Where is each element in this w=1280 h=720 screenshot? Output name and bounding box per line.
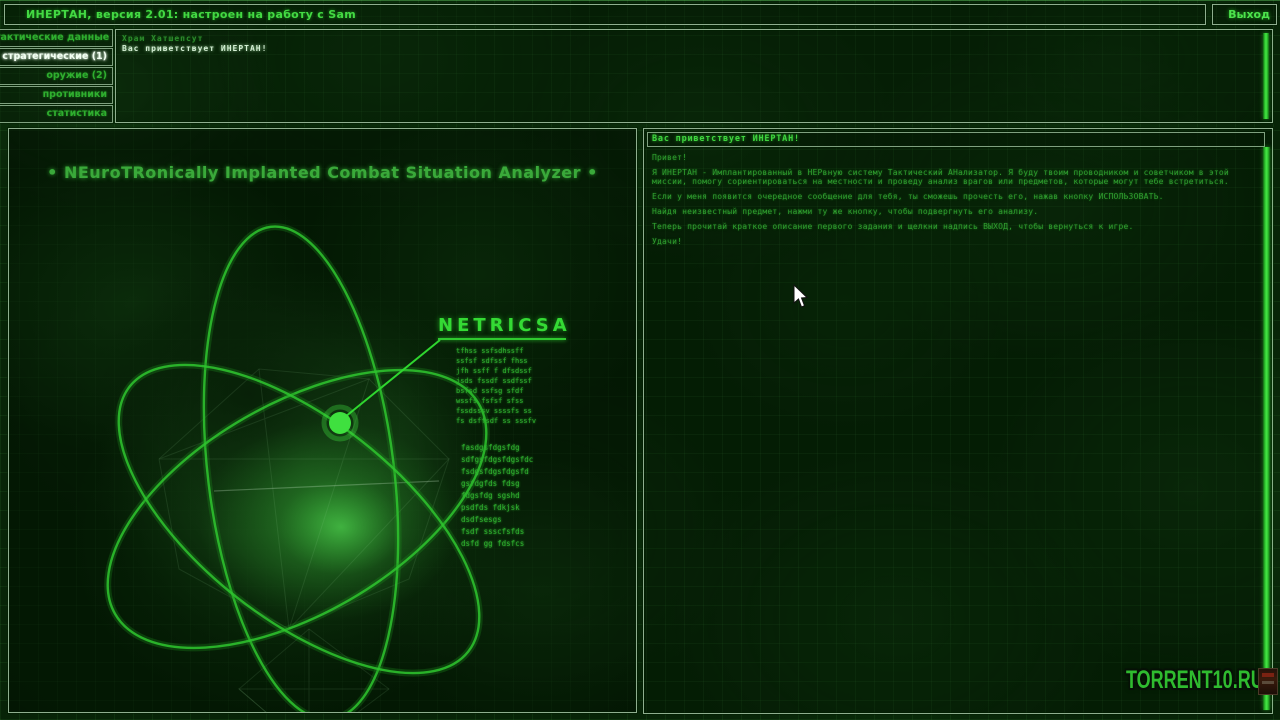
title-bar: ИНЕРТАН, версия 2.01: настроен на работу…	[4, 4, 1206, 25]
tab-statistics[interactable]: статистика	[0, 105, 113, 123]
message-panel-title-bar: Вас приветствует ИНЕРТАН!	[647, 132, 1265, 147]
message-paragraph: Теперь прочитай краткое описание первого…	[652, 222, 1252, 231]
message-list: Храм Хатшепсут Вас приветствует ИНЕРТАН!	[115, 29, 1273, 123]
tab-tactical-data[interactable]: тактические данные	[0, 29, 113, 47]
message-list-row-location[interactable]: Храм Хатшепсут	[122, 34, 203, 43]
tab-weapons[interactable]: оружие (2)	[0, 67, 113, 85]
watermark-label: TORRENT10.RU	[1126, 666, 1264, 695]
message-paragraph: Я ИНЕРТАН - Имплантированный в НЕРвную с…	[652, 168, 1252, 186]
message-paragraph: Удачи!	[652, 237, 1252, 246]
message-list-row-current[interactable]: Вас приветствует ИНЕРТАН!	[122, 44, 267, 53]
atom-orbits-graphic	[9, 129, 636, 712]
tab-strategic[interactable]: стратегические (1)	[0, 48, 113, 66]
watermark-icon	[1258, 668, 1278, 695]
message-panel-title: Вас приветствует ИНЕРТАН!	[652, 133, 800, 146]
tab-enemies[interactable]: противники	[0, 86, 113, 104]
nucleus-dot	[329, 412, 351, 434]
message-panel-scrollbar[interactable]	[1263, 147, 1270, 710]
message-panel: Вас приветствует ИНЕРТАН! Привет! Я ИНЕР…	[643, 128, 1273, 714]
netricsa-screen: ИНЕРТАН, версия 2.01: настроен на работу…	[0, 0, 1280, 720]
exit-button-label: Выход	[1213, 5, 1276, 24]
netricsa-underline	[438, 338, 566, 340]
message-paragraph: Найдя неизвестный предмет, нажми ту же к…	[652, 207, 1252, 216]
netricsa-fineprint-block2: fasdgsfdgsfdg sdfgsfdgsfdgsfdc fsdgsfdgs…	[461, 442, 533, 550]
exit-button[interactable]: Выход	[1212, 4, 1277, 25]
netricsa-fineprint-block1: tfhss ssfsdhssff ssfsf sdfssf fhss jfh s…	[456, 346, 536, 426]
message-body: Привет! Я ИНЕРТАН - Имплантированный в Н…	[652, 153, 1252, 252]
message-list-scrollbar[interactable]	[1263, 33, 1269, 119]
netricsa-logo-label: NETRICSA	[438, 315, 571, 336]
netricsa-art-panel: • NEuroTRonically Implanted Combat Situa…	[8, 128, 637, 713]
message-paragraph: Если у меня появится очередное сообщение…	[652, 192, 1252, 201]
message-paragraph: Привет!	[652, 153, 1252, 162]
app-title: ИНЕРТАН, версия 2.01: настроен на работу…	[26, 5, 356, 24]
